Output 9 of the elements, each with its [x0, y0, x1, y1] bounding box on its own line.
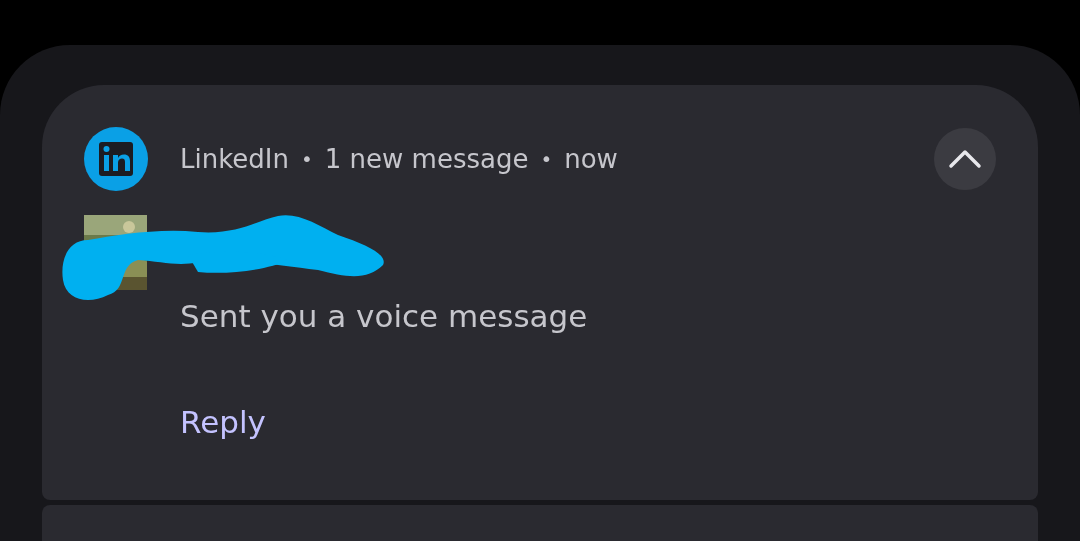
chevron-up-icon — [948, 149, 982, 169]
separator: • — [540, 147, 553, 171]
reply-link[interactable]: Reply — [180, 402, 266, 442]
notification-summary: 1 new message — [324, 144, 529, 174]
app-name: LinkedIn — [180, 144, 289, 174]
notification-time: now — [564, 144, 618, 174]
message-text: Sent you a voice message — [180, 297, 589, 336]
linkedin-logo-icon — [84, 127, 148, 191]
separator: • — [300, 147, 313, 171]
